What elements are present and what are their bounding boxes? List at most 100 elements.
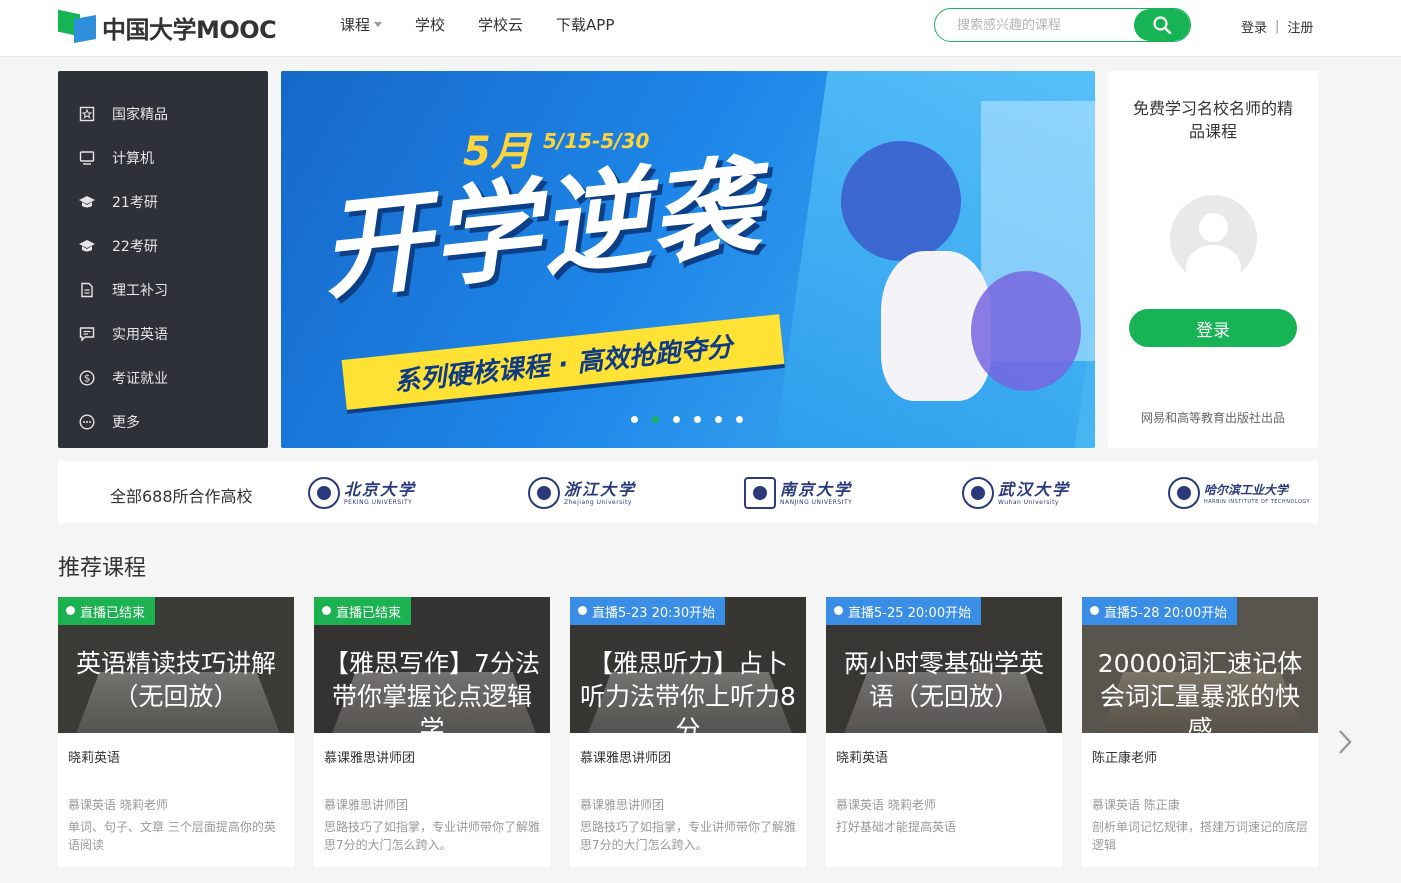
chat-icon <box>78 325 96 343</box>
partner-schools: 全部688所合作高校 北京大学 PEKING UNIVERSITY 浙江大学 Zhe… <box>58 461 1318 523</box>
course-cover: 英语精读技巧讲解（无回放） 直播已结束 <box>58 597 294 733</box>
school-logo-pku[interactable]: 北京大学 PEKING UNIVERSITY <box>308 475 416 511</box>
course-org: 慕课英语 陈正康 <box>1092 798 1180 812</box>
carousel-dot[interactable] <box>715 416 722 423</box>
category-label: 22考研 <box>112 239 158 255</box>
search-input[interactable] <box>935 9 1135 41</box>
school-name: 武汉大学 <box>998 479 1071 499</box>
site-logo[interactable]: 中国大学MOOC <box>58 9 277 45</box>
course-cover: 【雅思写作】7分法带你掌握论点逻辑学 直播已结束 <box>314 597 550 733</box>
school-name-en: Wuhan University <box>998 498 1059 506</box>
course-desc: 打好基础才能提高英语 <box>836 820 957 834</box>
school-name: 北京大学 <box>344 479 417 499</box>
school-name-en: Zhejiang University <box>564 498 632 506</box>
hero-banner[interactable]: 5月 5/15-5/30 开学逆袭 系列硬核课程 · 高效抢跑夺分 <box>281 71 1095 448</box>
category-label: 21考研 <box>112 195 158 211</box>
course-card[interactable]: 英语精读技巧讲解（无回放） 直播已结束 晓莉英语 慕课英语 晓莉老师 单词、句子… <box>58 597 294 867</box>
course-teacher: 慕课雅思讲师团 <box>324 751 416 766</box>
category-computer[interactable]: 计算机 <box>58 136 268 180</box>
status-badge: 直播已结束 <box>314 597 412 625</box>
category-practical-english[interactable]: 实用英语 <box>58 312 268 356</box>
carousel-dot[interactable] <box>736 416 743 423</box>
school-name-en: PEKING UNIVERSITY <box>344 498 413 506</box>
carousel-dot[interactable] <box>673 416 680 423</box>
more-icon <box>78 413 96 431</box>
status-badge: 直播5-23 20:30开始 <box>570 597 726 625</box>
category-menu: 国家精品 计算机 21考研 22考研 理工补习 实用英语 $ 考证就业 更多 <box>58 71 268 448</box>
pku-seal-icon <box>308 477 340 509</box>
school-name: 浙江大学 <box>564 479 637 499</box>
school-logo-hit[interactable]: 哈尔滨工业大学 HARBIN INSTITUTE OF TECHNOLOGY <box>1168 475 1310 511</box>
category-kaoyan-21[interactable]: 21考研 <box>58 180 268 224</box>
search-button[interactable] <box>1134 9 1190 41</box>
carousel-dot-active[interactable] <box>652 416 659 423</box>
course-cover: 20000词汇速记体会词汇量暴涨的快感 直播5-28 20:00开始 <box>1082 597 1318 733</box>
carousel-dots <box>631 416 743 423</box>
course-org: 慕课雅思讲师团 <box>324 798 409 812</box>
banner-illustration <box>971 271 1081 391</box>
category-kaoyan-22[interactable]: 22考研 <box>58 224 268 268</box>
chevron-down-icon <box>374 22 383 27</box>
course-org: 慕课英语 晓莉老师 <box>836 798 936 812</box>
star-badge-icon <box>78 105 96 123</box>
course-card[interactable]: 【雅思听力】占卜听力法带你上听力8分 直播5-23 20:30开始 慕课雅思讲师… <box>570 597 806 867</box>
course-card[interactable]: 两小时零基础学英语（无回放） 直播5-25 20:00开始 晓莉英语 慕课英语 … <box>826 597 1062 867</box>
top-header: 中国大学MOOC 课程 学校 学校云 下载APP 登录 | 注册 <box>0 0 1401 57</box>
register-link[interactable]: 注册 <box>1287 17 1313 36</box>
school-logo-whu[interactable]: 武汉大学 Wuhan University <box>962 475 1070 511</box>
nav-schools-label: 学校 <box>415 16 446 34</box>
nju-seal-icon <box>744 477 776 509</box>
banner-headline: 开学逆袭 <box>315 144 767 315</box>
course-title: 英语精读技巧讲解（无回放） <box>75 649 276 711</box>
course-desc: 剖析单词记忆规律，搭建万词速记的底层逻辑 <box>1092 820 1309 852</box>
main-nav: 课程 学校 学校云 下载APP <box>340 14 647 35</box>
category-certification[interactable]: $ 考证就业 <box>58 356 268 400</box>
carousel-dot[interactable] <box>694 416 701 423</box>
category-label: 实用英语 <box>112 327 168 343</box>
dollar-icon: $ <box>78 369 96 387</box>
login-link[interactable]: 登录 <box>1241 17 1267 36</box>
course-teacher: 晓莉英语 <box>68 751 121 766</box>
search-icon <box>1153 16 1172 35</box>
category-more[interactable]: 更多 <box>58 400 268 444</box>
category-label: 理工补习 <box>112 283 168 299</box>
school-logo-nju[interactable]: 南京大学 NANJING UNIVERSITY <box>744 475 852 511</box>
category-science-tutoring[interactable]: 理工补习 <box>58 268 268 312</box>
course-cover: 【雅思听力】占卜听力法带你上听力8分 直播5-23 20:30开始 <box>570 597 806 733</box>
status-badge: 直播5-25 20:00开始 <box>826 597 982 625</box>
course-title: 20000词汇速记体会词汇量暴涨的快感 <box>1097 649 1303 733</box>
login-button[interactable]: 登录 <box>1129 309 1297 347</box>
carousel-dot[interactable] <box>631 416 638 423</box>
login-card: 免费学习名校名师的精品课程 登录 网易和高等教育出版社出品 <box>1108 71 1318 448</box>
category-label: 考证就业 <box>112 371 168 387</box>
course-teacher: 晓莉英语 <box>836 751 889 766</box>
course-card[interactable]: 20000词汇速记体会词汇量暴涨的快感 直播5-28 20:00开始 陈正康老师… <box>1082 597 1318 867</box>
course-title: 【雅思听力】占卜听力法带你上听力8分 <box>580 649 796 733</box>
carousel-next-button[interactable] <box>1336 728 1354 756</box>
school-logo-zju[interactable]: 浙江大学 Zhejiang University <box>528 475 636 511</box>
banner-illustration <box>841 141 961 261</box>
school-name: 哈尔滨工业大学 <box>1204 483 1289 497</box>
search-box <box>934 8 1191 42</box>
graduation-cap-icon <box>78 237 96 255</box>
course-org: 慕课英语 晓莉老师 <box>68 798 168 812</box>
course-card[interactable]: 【雅思写作】7分法带你掌握论点逻辑学 直播已结束 慕课雅思讲师团 慕课雅思讲师团… <box>314 597 550 867</box>
nav-school-cloud[interactable]: 学校云 <box>478 14 523 35</box>
partner-schools-link[interactable]: 全部688所合作高校 <box>110 483 253 507</box>
document-icon <box>78 281 96 299</box>
school-name-en: HARBIN INSTITUTE OF TECHNOLOGY <box>1204 499 1311 505</box>
nav-schools[interactable]: 学校 <box>415 14 445 35</box>
course-teacher: 慕课雅思讲师团 <box>580 751 672 766</box>
section-title: 推荐课程 <box>58 556 147 581</box>
auth-links: 登录 | 注册 <box>1241 17 1313 36</box>
category-national-quality[interactable]: 国家精品 <box>58 92 268 136</box>
school-name-en: NANJING UNIVERSITY <box>780 498 853 506</box>
chevron-right-icon <box>1339 730 1352 754</box>
monitor-icon <box>78 149 96 167</box>
nav-download-app[interactable]: 下载APP <box>556 14 614 35</box>
course-title: 两小时零基础学英语（无回放） <box>843 649 1044 711</box>
whu-seal-icon <box>962 477 994 509</box>
nav-courses[interactable]: 课程 <box>340 14 383 35</box>
graduation-cap-icon <box>78 193 96 211</box>
nav-courses-label: 课程 <box>340 16 371 34</box>
